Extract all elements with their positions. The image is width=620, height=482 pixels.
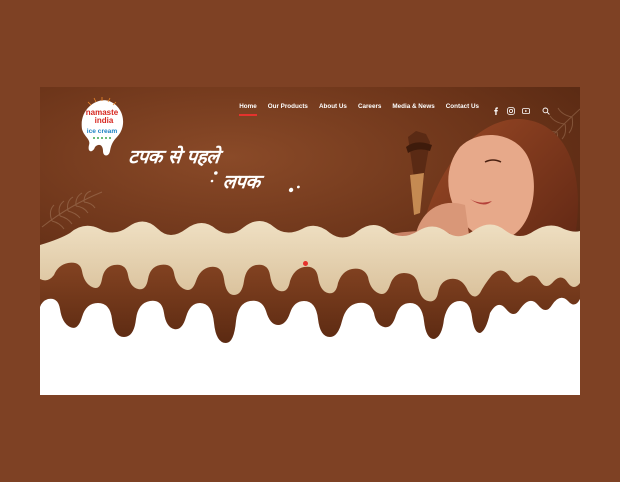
brand-logo[interactable]: namaste india ice cream: [77, 95, 127, 161]
youtube-icon[interactable]: [522, 102, 530, 114]
instagram-icon[interactable]: [507, 102, 515, 115]
logo-line2: india: [95, 116, 114, 125]
main-navigation: Home Our Products About Us Careers Media…: [239, 99, 550, 116]
tagline-dots: [121, 164, 300, 193]
website-frame: namaste india ice cream Home Our Product…: [40, 87, 580, 395]
facebook-icon[interactable]: [492, 102, 500, 115]
nav-home[interactable]: Home: [239, 103, 257, 116]
search-icon[interactable]: [542, 102, 550, 115]
nav-media-news[interactable]: Media & News: [392, 103, 434, 110]
logo-line3: ice cream: [87, 128, 118, 135]
slider-indicator-dot[interactable]: [303, 261, 308, 266]
nav-about-us[interactable]: About Us: [319, 103, 347, 110]
nav-contact-us[interactable]: Contact Us: [446, 103, 479, 110]
social-links: [492, 102, 550, 115]
nav-our-products[interactable]: Our Products: [268, 103, 308, 110]
nav-careers[interactable]: Careers: [358, 103, 381, 110]
